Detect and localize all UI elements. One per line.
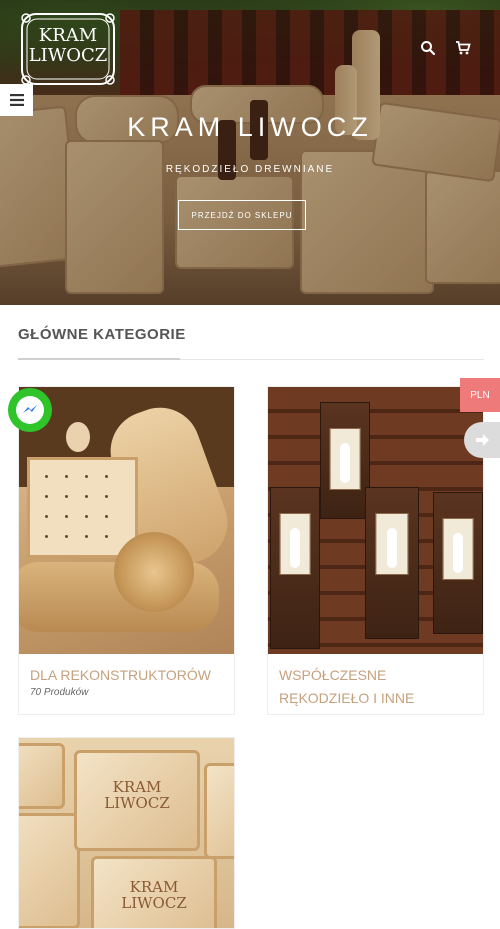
logo-text: KRAM LIWOCZ xyxy=(18,26,118,66)
engraved-line-2: LIWOCZ xyxy=(104,794,170,812)
board-dot xyxy=(65,515,68,518)
board-dot xyxy=(65,535,68,538)
wooden-shrine xyxy=(365,487,419,639)
board-dot xyxy=(105,515,108,518)
carved-head xyxy=(66,422,90,452)
logo-line-2: LIWOCZ xyxy=(28,45,108,66)
wooden-tile xyxy=(204,763,234,859)
board-dot xyxy=(45,535,48,538)
engraved-line-1: KRAM xyxy=(112,778,162,796)
category-image[interactable] xyxy=(19,387,234,654)
wooden-tile xyxy=(19,743,65,809)
arrow-right-icon xyxy=(476,434,489,446)
engraved-tile: KRAM LIWOCZ xyxy=(91,856,217,928)
wooden-game-board xyxy=(27,457,138,558)
cart-icon[interactable] xyxy=(455,40,473,58)
slide-out-button[interactable] xyxy=(464,422,500,458)
category-product-count: 70 Produków xyxy=(30,687,89,698)
hero-title: KRAM LIWOCZ xyxy=(127,112,373,142)
angel-figure xyxy=(387,528,397,568)
board-dot xyxy=(105,495,108,498)
logo-line-1: KRAM xyxy=(38,25,98,46)
angel-figure xyxy=(453,533,463,573)
category-card-reconstructors[interactable]: DLA REKONSTRUKTORÓW 70 Produków xyxy=(18,386,235,715)
board-dot xyxy=(45,495,48,498)
currency-switcher[interactable]: PLN xyxy=(460,378,500,412)
messenger-bubble xyxy=(16,396,44,424)
board-dot xyxy=(105,535,108,538)
board-dot xyxy=(85,495,88,498)
wooden-shrine xyxy=(433,492,483,634)
engraved-text: KRAM LIWOCZ xyxy=(94,879,214,911)
wooden-cup xyxy=(114,532,194,612)
board-dot xyxy=(65,475,68,478)
menu-icon xyxy=(9,94,24,106)
section-divider-accent xyxy=(18,358,180,360)
engraved-text: KRAM LIWOCZ xyxy=(77,779,197,811)
hero-banner: KRAM LIWOCZ KRAM LIWOCZ RĘKODZIEŁO DREWN… xyxy=(0,0,500,305)
wooden-tile xyxy=(19,813,80,928)
board-dot xyxy=(85,515,88,518)
board-dot xyxy=(45,515,48,518)
search-icon[interactable] xyxy=(420,40,438,58)
category-card-third[interactable]: KRAM LIWOCZ KRAM LIWOCZ xyxy=(18,737,235,929)
wooden-shrine xyxy=(320,402,370,519)
hero-subtitle: RĘKODZIEŁO DREWNIANE xyxy=(165,164,335,175)
angel-figure xyxy=(340,443,350,483)
board-dot xyxy=(65,495,68,498)
wooden-shrine xyxy=(270,487,320,649)
engraved-line-1: KRAM xyxy=(129,878,179,896)
board-dot xyxy=(45,475,48,478)
board-dot xyxy=(105,475,108,478)
messenger-chat-button[interactable] xyxy=(8,388,52,432)
messenger-icon xyxy=(23,405,37,413)
category-card-contemporary[interactable]: WSPÓŁCZESNE RĘKODZIEŁO I INNE ARTYKUŁY xyxy=(267,386,484,715)
angel-figure xyxy=(290,528,300,568)
board-dot xyxy=(85,535,88,538)
board-dot xyxy=(85,475,88,478)
category-name[interactable]: DLA REKONSTRUKTORÓW xyxy=(30,664,230,687)
category-image[interactable]: KRAM LIWOCZ KRAM LIWOCZ xyxy=(19,738,234,928)
shop-button[interactable]: PRZEJDŹ DO SKLEPU xyxy=(178,200,306,230)
engraved-line-2: LIWOCZ xyxy=(121,894,187,912)
section-title: GŁÓWNE KATEGORIE xyxy=(18,326,186,343)
engraved-tile: KRAM LIWOCZ xyxy=(74,750,200,851)
site-logo[interactable]: KRAM LIWOCZ xyxy=(18,10,118,88)
category-name[interactable]: WSPÓŁCZESNE RĘKODZIEŁO I INNE ARTYKUŁY xyxy=(279,664,479,714)
category-image[interactable] xyxy=(268,387,483,654)
